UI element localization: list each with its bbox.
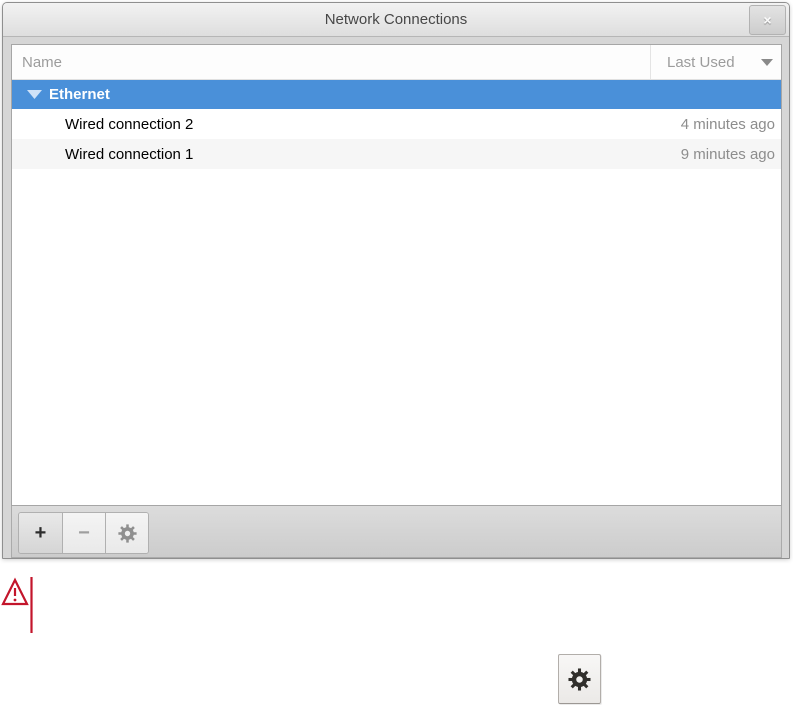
column-header-last-used[interactable]: Last Used	[650, 45, 781, 79]
warning-triangle-icon	[1, 577, 33, 633]
plus-icon: +	[34, 521, 47, 544]
floating-gear-button[interactable]	[558, 654, 601, 704]
close-button[interactable]: ×	[749, 5, 786, 35]
edit-connection-button[interactable]	[105, 513, 148, 553]
list-header: Name Last Used	[12, 45, 781, 80]
toolbar-button-group: + −	[18, 512, 149, 554]
close-icon: ×	[763, 12, 772, 28]
add-connection-button[interactable]: +	[19, 513, 62, 553]
sort-descending-icon	[761, 58, 773, 66]
gear-icon	[117, 523, 137, 543]
expander-down-icon[interactable]	[27, 90, 42, 99]
network-connections-window: Network Connections × Name Last Used Eth…	[2, 2, 790, 559]
minus-icon: −	[78, 521, 90, 544]
window-title: Network Connections	[324, 11, 468, 28]
remove-connection-button[interactable]: −	[62, 513, 105, 553]
bottom-toolbar: + −	[11, 506, 782, 558]
connections-list: Name Last Used Ethernet Wired connection…	[11, 44, 782, 506]
table-row-wired-connection-1[interactable]: Wired connection 1 9 minutes ago	[12, 139, 781, 169]
connection-name: Wired connection 1	[65, 145, 194, 163]
connection-last-used: 9 minutes ago	[680, 145, 775, 163]
group-row-ethernet[interactable]: Ethernet	[12, 80, 781, 109]
desktop-background: { "window": { "title": "Network Connecti…	[0, 0, 793, 709]
titlebar[interactable]: Network Connections ×	[3, 3, 789, 37]
table-row-wired-connection-2[interactable]: Wired connection 2 4 minutes ago	[12, 109, 781, 139]
connection-last-used: 4 minutes ago	[680, 115, 775, 133]
gear-icon	[568, 667, 591, 691]
connection-name: Wired connection 2	[65, 115, 194, 133]
column-header-name[interactable]: Name	[12, 45, 650, 79]
group-label: Ethernet	[49, 86, 110, 103]
